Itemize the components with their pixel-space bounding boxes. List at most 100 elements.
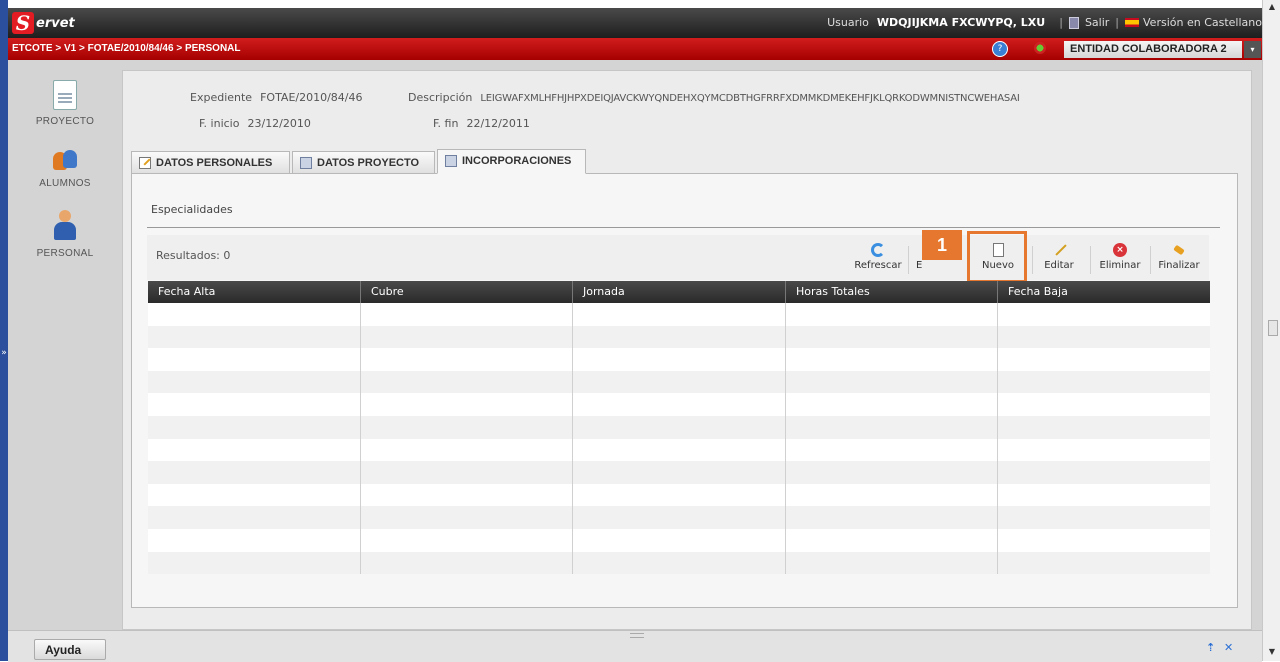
refresh-button[interactable]: Refrescar (852, 241, 904, 277)
expediente-value: FOTAE/2010/84/46 (260, 91, 363, 104)
person-icon (52, 210, 78, 242)
logo-text: ervet (36, 15, 75, 31)
table-row (148, 551, 1210, 575)
table-row (148, 438, 1210, 462)
table-row (148, 483, 1210, 507)
sidebar-item-alumnos[interactable]: ALUMNOS (25, 148, 105, 189)
top-header: S ervet Usuario WDQJIJKMA FXCWYPQ, LXU |… (8, 8, 1262, 38)
spain-flag-icon[interactable] (1125, 18, 1140, 27)
tab-label: DATOS PERSONALES (156, 157, 273, 169)
list-icon (300, 157, 312, 169)
toolbar-divider (1032, 246, 1033, 274)
column-header-jornada[interactable]: Jornada (573, 281, 786, 303)
separator: | (1115, 16, 1120, 29)
expediente-label: Expediente (190, 91, 253, 104)
tab-label: DATOS PROYECTO (317, 157, 420, 169)
edit-icon (139, 157, 151, 169)
column-header-cubre[interactable]: Cubre (361, 281, 573, 303)
people-icon (51, 148, 79, 172)
user-label: Usuario (827, 16, 869, 29)
expediente-field: Expediente FOTAE/2010/84/46 (190, 91, 363, 104)
app-window: » ▲ ▼ S ervet Usuario WDQJIJKMA FXCWYPQ,… (0, 0, 1280, 662)
step-badge: 1 (922, 230, 962, 260)
servef-logo: S ervet (12, 11, 75, 35)
language-link[interactable]: Versión en Castellano (1143, 16, 1262, 29)
help-icon[interactable]: ? (992, 41, 1008, 57)
user-area: Usuario WDQJIJKMA FXCWYPQ, LXU | Salir |… (827, 16, 1262, 29)
descripcion-label: Descripción (408, 91, 473, 104)
close-panel-icon[interactable]: ✕ (1224, 642, 1236, 653)
toolbar-divider (1090, 246, 1091, 274)
column-divider (997, 303, 998, 574)
tab-datos-proyecto[interactable]: DATOS PROYECTO (292, 151, 435, 173)
chevron-down-icon[interactable]: ▾ (1244, 41, 1261, 58)
column-divider (572, 303, 573, 574)
column-divider (785, 303, 786, 574)
tab-incorporaciones[interactable]: INCORPORACIONES (437, 149, 586, 174)
toolbar-divider (1150, 246, 1151, 274)
table-row (148, 528, 1210, 552)
table-row (148, 370, 1210, 394)
section-title: Especialidades (151, 203, 233, 216)
export-label: E (916, 260, 923, 271)
sidebar-item-proyecto[interactable]: PROYECTO (25, 80, 105, 127)
table-header: Fecha Alta Cubre Jornada Horas Totales F… (148, 281, 1210, 303)
edit-label: Editar (1044, 260, 1074, 271)
left-frame-bar: » (0, 0, 8, 661)
column-divider (360, 303, 361, 574)
refresh-icon (871, 243, 885, 257)
pencil-icon (1052, 243, 1066, 257)
table-row (148, 348, 1210, 371)
finish-label: Finalizar (1158, 260, 1200, 271)
inicio-value: 23/12/2010 (247, 117, 311, 130)
toolbar-divider (908, 246, 909, 274)
table-row (148, 325, 1210, 349)
vertical-scrollbar[interactable]: ▲ ▼ (1262, 0, 1280, 661)
column-header-fecha-baja[interactable]: Fecha Baja (998, 281, 1210, 303)
scroll-down-icon[interactable]: ▼ (1266, 647, 1278, 659)
fin-label: F. fin (433, 117, 459, 130)
help-button[interactable]: Ayuda (34, 639, 106, 660)
table-row (148, 393, 1210, 416)
breadcrumb-bar: ETCOTE > V1 > FOTAE/2010/84/46 > PERSONA… (8, 38, 1262, 60)
scroll-thumb[interactable] (1268, 320, 1278, 336)
collapse-up-icon[interactable]: ⇡ (1206, 642, 1218, 653)
logo-initial: S (12, 12, 34, 34)
table-row (148, 415, 1210, 439)
finish-button[interactable]: Finalizar (1155, 241, 1203, 277)
separator: | (1059, 16, 1063, 29)
column-header-fecha-alta[interactable]: Fecha Alta (148, 281, 361, 303)
grid-icon (445, 155, 457, 167)
document-icon (53, 80, 77, 110)
sidebar-item-personal[interactable]: PERSONAL (25, 210, 105, 259)
breadcrumb: ETCOTE > V1 > FOTAE/2010/84/46 > PERSONA… (12, 43, 241, 54)
globe-icon[interactable] (1034, 42, 1046, 54)
delete-label: Eliminar (1099, 260, 1141, 271)
descripcion-field: Descripción LEIGWAFXMLHFHJHPXDEIQJAVCKWYQ… (408, 91, 1020, 104)
inicio-label: F. inicio (199, 117, 240, 130)
expand-panel-icon[interactable]: » (0, 346, 8, 360)
tab-datos-personales[interactable]: DATOS PERSONALES (131, 151, 290, 173)
exit-icon[interactable] (1068, 16, 1079, 29)
resize-handle[interactable] (630, 633, 644, 638)
table-row (148, 506, 1210, 529)
divider (147, 227, 1220, 228)
edit-button[interactable]: Editar (1038, 241, 1080, 277)
sidebar-item-label: ALUMNOS (39, 178, 91, 189)
tab-label: INCORPORACIONES (462, 155, 572, 167)
fin-value: 22/12/2011 (466, 117, 530, 130)
step-highlight (967, 231, 1027, 283)
column-header-horas-totales[interactable]: Horas Totales (786, 281, 998, 303)
entity-select[interactable]: ENTIDAD COLABORADORA 2 (1064, 41, 1242, 58)
scroll-up-icon[interactable]: ▲ (1266, 2, 1278, 14)
sidebar-item-label: PERSONAL (36, 248, 94, 259)
table-row (148, 303, 1210, 326)
exit-link[interactable]: Salir (1085, 16, 1109, 29)
refresh-label: Refrescar (854, 260, 902, 271)
descripcion-value: LEIGWAFXMLHFHJHPXDEIQJAVCKWYQNDEHXQYMCDB… (480, 93, 1020, 104)
delete-icon: × (1113, 243, 1127, 257)
results-count: Resultados: 0 (156, 249, 231, 262)
broom-icon (1172, 243, 1186, 257)
delete-button[interactable]: × Eliminar (1096, 241, 1144, 277)
table-row (148, 461, 1210, 484)
